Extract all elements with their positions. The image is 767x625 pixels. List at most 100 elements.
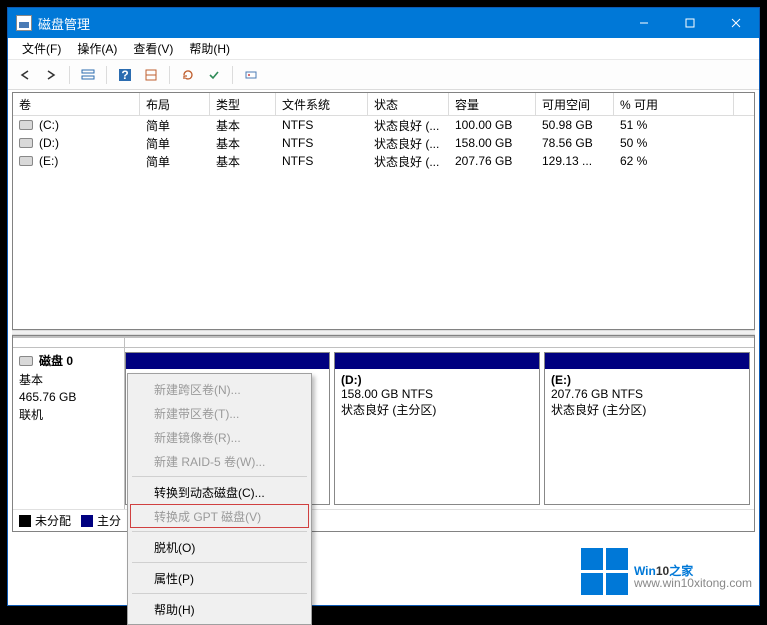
toolbar-separator [69,66,70,84]
windows-logo-icon [581,548,628,595]
legend-unallocated: 未分配 [35,512,71,529]
menu-help[interactable]: 帮助(H) [130,597,309,621]
menu-separator [132,476,307,477]
svg-text:?: ? [121,68,128,82]
check-icon[interactable] [203,64,225,86]
menu-new-spanned[interactable]: 新建跨区卷(N)... [130,377,309,401]
col-type[interactable]: 类型 [210,93,276,115]
volume-status: 状态良好 (... [368,153,449,170]
settings-icon[interactable] [140,64,162,86]
volume-name: (E:) [39,154,58,168]
menu-convert-dynamic[interactable]: 转换到动态磁盘(C)... [130,480,309,504]
col-layout[interactable]: 布局 [140,93,210,115]
volume-type: 基本 [210,117,276,134]
menu-help[interactable]: 帮助(H) [181,38,238,59]
menu-offline[interactable]: 脱机(O) [130,535,309,559]
volume-fs: NTFS [276,118,368,132]
col-status[interactable]: 状态 [368,93,449,115]
disk-diagram: 磁盘 0 基本 465.76 GB 联机 (C:) 100.00 GB NTFS… [12,335,755,532]
menu-separator [132,593,307,594]
volume-free: 50.98 GB [536,118,614,132]
toolbar-separator [232,66,233,84]
volume-fs: NTFS [276,136,368,150]
menu-convert-gpt[interactable]: 转换成 GPT 磁盘(V) [130,504,309,528]
volume-list[interactable]: 卷 布局 类型 文件系统 状态 容量 可用空间 % 可用 (C:) 简单 基本 … [12,92,755,330]
volume-fs: NTFS [276,154,368,168]
action-icon[interactable] [240,64,262,86]
volume-status: 状态良好 (... [368,135,449,152]
disk-management-window: 磁盘管理 文件(F) 操作(A) 查看(V) 帮助(H) ? 卷 布局 类型 文… [7,7,760,606]
menu-file[interactable]: 文件(F) [14,38,69,59]
partition-status: 状态良好 (主分区) [341,401,533,418]
volume-capacity: 100.00 GB [449,118,536,132]
menu-action[interactable]: 操作(A) [69,38,125,59]
volume-row[interactable]: (D:) 简单 基本 NTFS 状态良好 (... 158.00 GB 78.5… [13,134,754,152]
disk-management-icon [16,15,32,31]
menu-properties[interactable]: 属性(P) [130,566,309,590]
titlebar[interactable]: 磁盘管理 [8,8,759,38]
toolbar-separator [169,66,170,84]
menu-new-raid5[interactable]: 新建 RAID-5 卷(W)... [130,449,309,473]
minimize-button[interactable] [621,8,667,38]
volume-row[interactable]: (C:) 简单 基本 NTFS 状态良好 (... 100.00 GB 50.9… [13,116,754,134]
maximize-button[interactable] [667,8,713,38]
volume-icon [19,120,33,130]
volume-name: (C:) [39,118,59,132]
volume-pct: 51 % [614,118,734,132]
toolbar: ? [8,60,759,90]
help-icon[interactable]: ? [114,64,136,86]
refresh-icon[interactable] [177,64,199,86]
menu-view[interactable]: 查看(V) [125,38,181,59]
volume-layout: 简单 [140,135,210,152]
menubar: 文件(F) 操作(A) 查看(V) 帮助(H) [8,38,759,60]
volume-list-body: (C:) 简单 基本 NTFS 状态良好 (... 100.00 GB 50.9… [13,116,754,329]
back-button[interactable] [14,64,36,86]
menu-new-striped[interactable]: 新建带区卷(T)... [130,401,309,425]
menu-separator [132,531,307,532]
watermark: Win10之家 www.win10xitong.com [581,548,752,595]
partition-label: (D:) [341,373,533,387]
window-title: 磁盘管理 [38,14,621,33]
view-list-icon[interactable] [77,64,99,86]
col-volume[interactable]: 卷 [13,93,140,115]
volume-capacity: 207.76 GB [449,154,536,168]
disk-info[interactable]: 磁盘 0 基本 465.76 GB 联机 [13,336,125,509]
col-pctfree[interactable]: % 可用 [614,93,734,115]
partition-stripe [126,353,329,369]
volume-row[interactable]: (E:) 简单 基本 NTFS 状态良好 (... 207.76 GB 129.… [13,152,754,170]
volume-icon [19,138,33,148]
col-free[interactable]: 可用空间 [536,93,614,115]
menu-new-mirrored[interactable]: 新建镜像卷(R)... [130,425,309,449]
volume-name: (D:) [39,136,59,150]
volume-pct: 62 % [614,154,734,168]
disk-name: 磁盘 0 [39,352,73,369]
disk-status: 联机 [19,406,118,423]
volume-layout: 简单 [140,117,210,134]
volume-layout: 简单 [140,153,210,170]
partition-stripe [335,353,539,369]
partition-status: 状态良好 (主分区) [551,401,743,418]
disk-row[interactable]: 磁盘 0 基本 465.76 GB 联机 (C:) 100.00 GB NTFS… [13,336,754,509]
window-controls [621,8,759,38]
legend: 未分配 主分 [13,509,754,531]
volume-free: 78.56 GB [536,136,614,150]
col-capacity[interactable]: 容量 [449,93,536,115]
legend-swatch-unallocated [19,515,31,527]
disk-context-menu: 新建跨区卷(N)... 新建带区卷(T)... 新建镜像卷(R)... 新建 R… [127,373,312,625]
volume-list-header: 卷 布局 类型 文件系统 状态 容量 可用空间 % 可用 [13,93,754,116]
volume-type: 基本 [210,153,276,170]
disk-size: 465.76 GB [19,390,118,404]
partition-stripe [545,353,749,369]
partition-d[interactable]: (D:) 158.00 GB NTFS 状态良好 (主分区) [334,352,540,505]
volume-icon [19,156,33,166]
volume-status: 状态良好 (... [368,117,449,134]
close-button[interactable] [713,8,759,38]
watermark-url: www.win10xitong.com [634,577,752,589]
partition-label: (E:) [551,373,743,387]
partition-e[interactable]: (E:) 207.76 GB NTFS 状态良好 (主分区) [544,352,750,505]
legend-swatch-primary [81,515,93,527]
disk-type: 基本 [19,371,118,388]
partition-size: 207.76 GB NTFS [551,387,743,401]
col-filesystem[interactable]: 文件系统 [276,93,368,115]
forward-button[interactable] [40,64,62,86]
